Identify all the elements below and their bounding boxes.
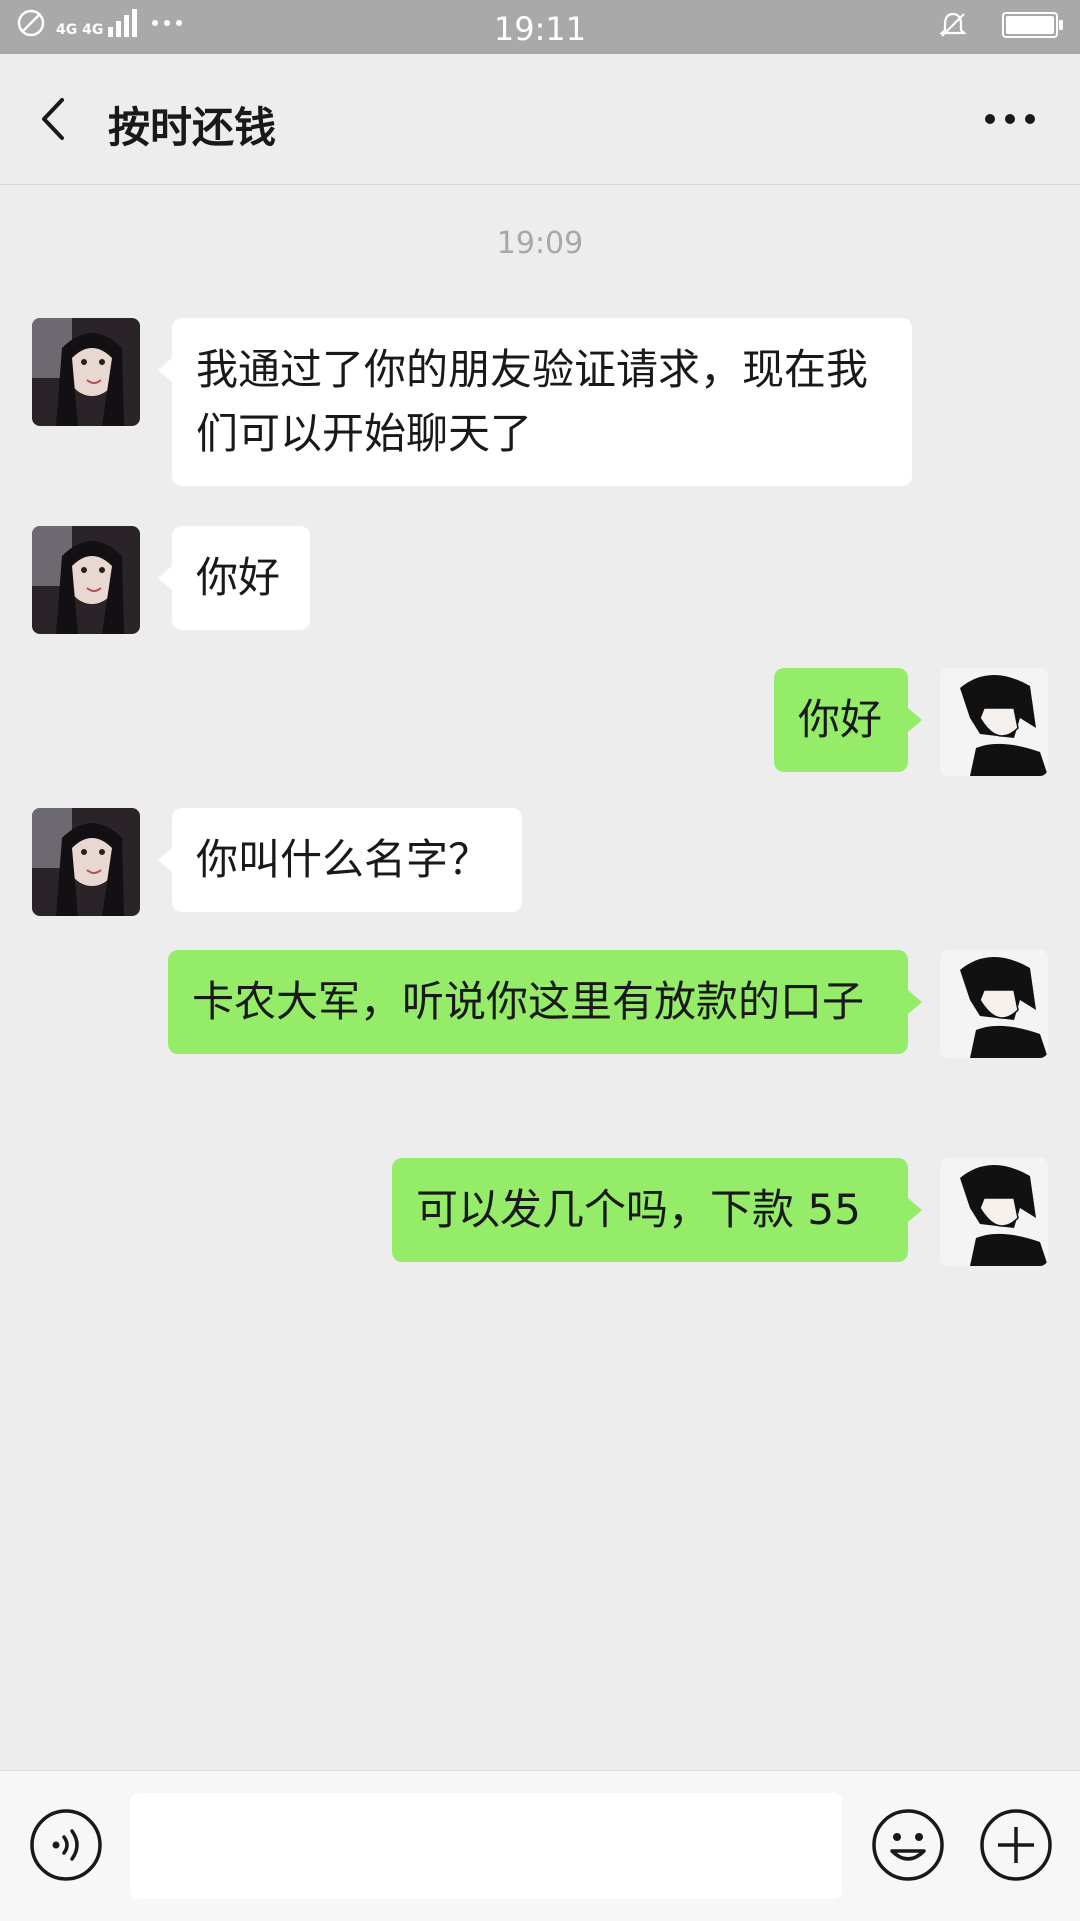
message-bubble-outgoing[interactable]: 卡农大军，听说你这里有放款的口子 (168, 950, 922, 1054)
emoji-icon (872, 1809, 944, 1881)
battery-fill (1006, 16, 1054, 34)
more-button[interactable] (980, 94, 1040, 144)
chat-title: 按时还钱 (108, 103, 277, 152)
chat-header: 按时还钱 (0, 54, 1080, 185)
more-dots-icon (985, 114, 1035, 124)
chevron-left-icon (42, 98, 64, 140)
voice-button[interactable] (28, 1807, 104, 1887)
message-bubble-outgoing[interactable]: 可以发几个吗，下款 55 (392, 1158, 922, 1262)
message-bubble-incoming[interactable]: 你好 (158, 526, 310, 630)
message-text: 卡农大军，听说你这里有放款的口子 (192, 977, 865, 1026)
self-avatar-image (940, 1158, 1048, 1266)
contact-avatar-image (32, 526, 140, 634)
message-input[interactable] (130, 1793, 842, 1899)
self-avatar-image (940, 668, 1048, 776)
more-functions-button[interactable] (978, 1807, 1054, 1887)
chat-timestamp: 19:09 (496, 226, 584, 261)
message-text: 可以发几个吗，下款 55 (416, 1185, 861, 1234)
bell-muted-icon (939, 12, 967, 37)
plus-icon (980, 1809, 1052, 1881)
contact-avatar-image (32, 808, 140, 916)
message-bubble-incoming[interactable]: 我通过了你的朋友验证请求，现在我们可以开始聊天了 (158, 318, 912, 486)
message-bubble-incoming[interactable]: 你叫什么名字？ (158, 808, 522, 912)
self-avatar-image (940, 950, 1048, 1058)
self-avatar[interactable] (940, 1158, 1048, 1266)
contact-avatar[interactable] (32, 318, 140, 426)
message-text: 我通过了你的朋友验证请求，现在我们可以开始聊天了 (196, 345, 869, 458)
message-text: 你好 (798, 695, 883, 744)
battery-icon (1002, 12, 1063, 38)
input-bar (0, 1770, 1080, 1921)
self-avatar[interactable] (940, 950, 1048, 1058)
message-text: 你好 (196, 553, 281, 602)
message-bubble-outgoing[interactable]: 你好 (774, 668, 922, 772)
emoji-button[interactable] (870, 1807, 946, 1887)
back-button[interactable] (30, 92, 80, 146)
status-bar: 4G 4G 19:11 (0, 0, 1080, 54)
contact-avatar[interactable] (32, 808, 140, 916)
contact-avatar[interactable] (32, 526, 140, 634)
status-right (938, 10, 1063, 40)
contact-avatar-image (32, 318, 140, 426)
voice-icon (30, 1809, 102, 1881)
message-text: 你叫什么名字？ (196, 835, 491, 884)
self-avatar[interactable] (940, 668, 1048, 776)
status-time: 19:11 (493, 10, 587, 48)
